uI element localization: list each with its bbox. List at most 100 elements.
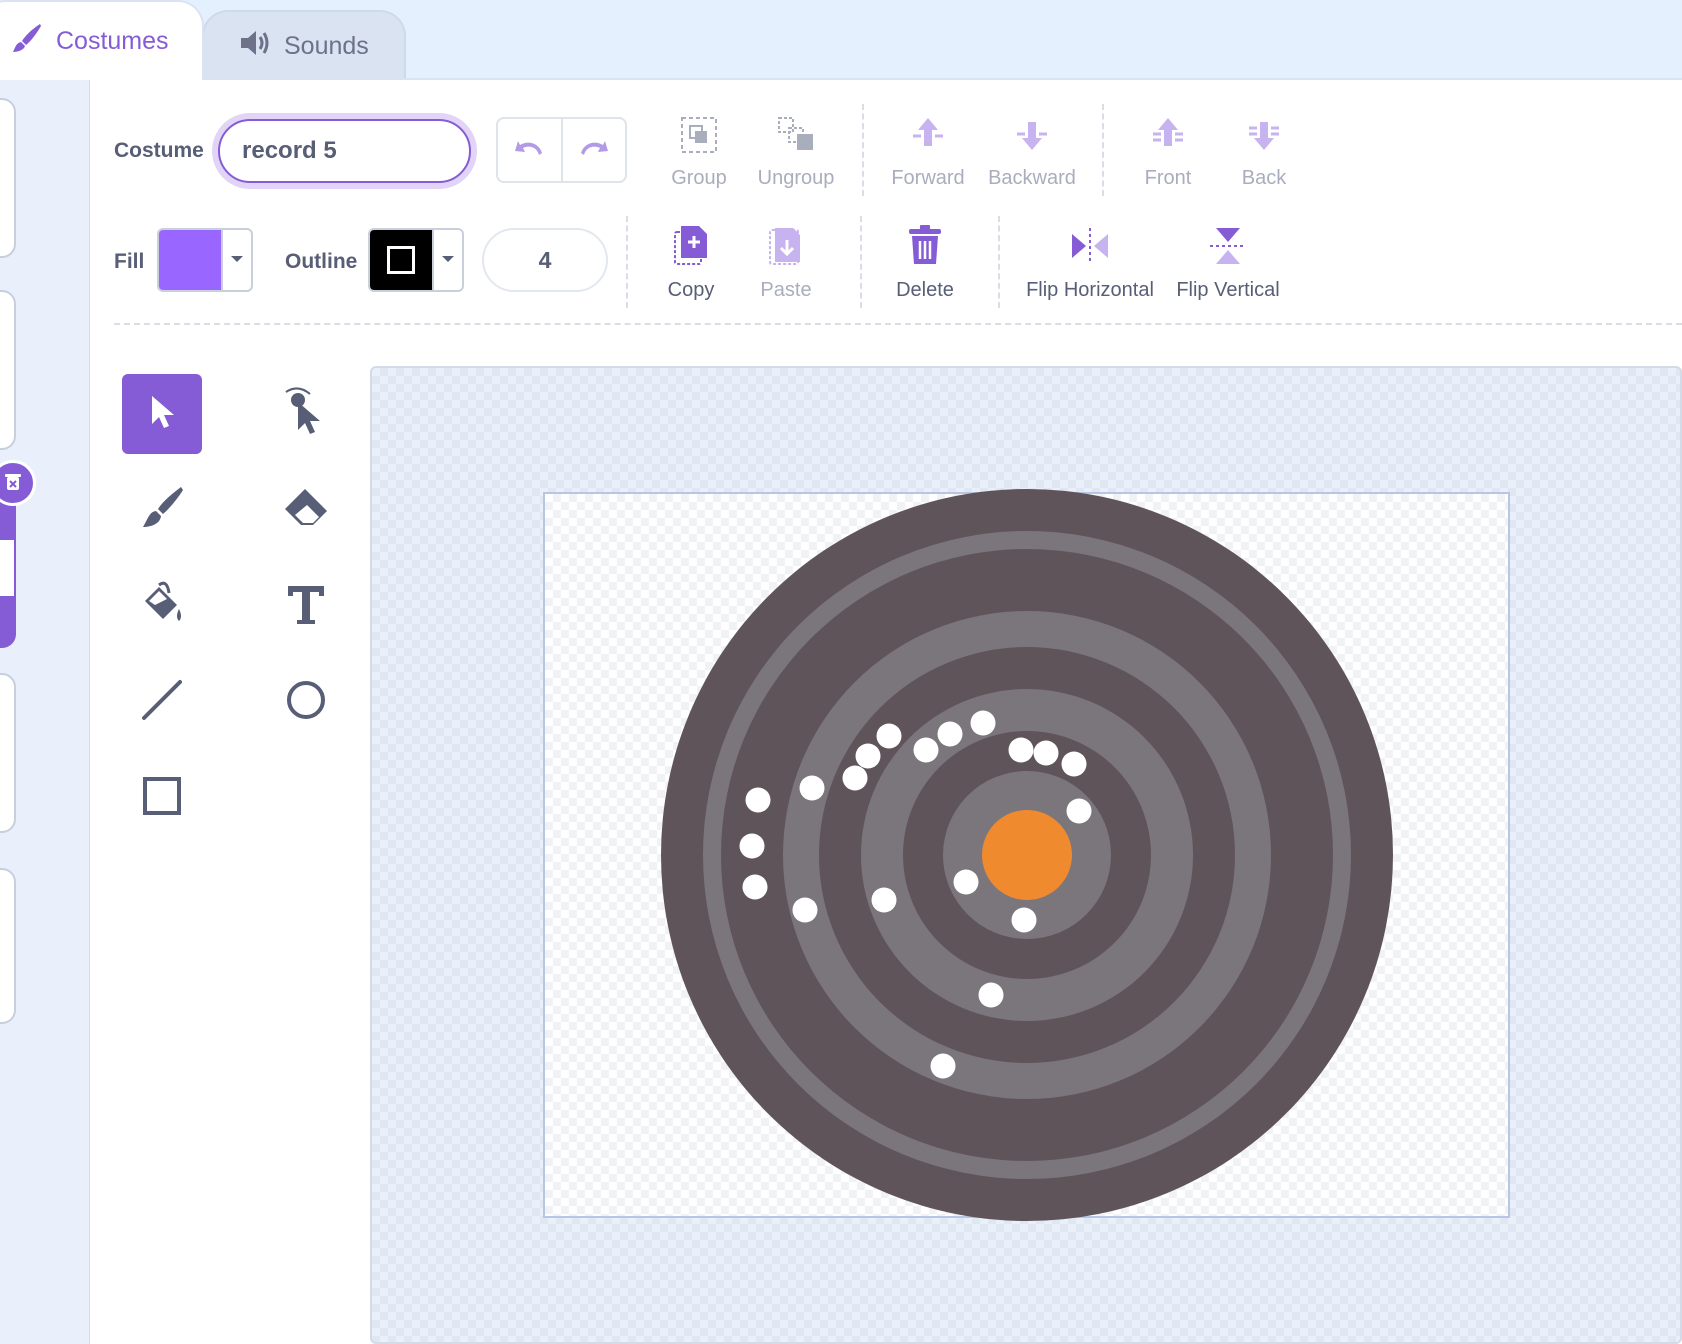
brush-icon bbox=[137, 483, 187, 538]
white-dot bbox=[842, 765, 868, 791]
outline-dropdown-caret[interactable] bbox=[432, 230, 462, 290]
white-dot bbox=[739, 833, 765, 859]
trash-icon bbox=[905, 224, 945, 273]
group-button[interactable]: Group bbox=[660, 114, 738, 190]
forward-button[interactable]: Forward bbox=[888, 114, 968, 190]
white-dot bbox=[855, 743, 881, 769]
ungroup-label: Ungroup bbox=[757, 167, 835, 189]
backward-button[interactable]: Backward bbox=[984, 114, 1080, 190]
arrow-cursor-icon bbox=[144, 392, 180, 437]
paintbrush-icon bbox=[10, 21, 44, 62]
white-dot bbox=[1033, 740, 1059, 766]
delete-label: Delete bbox=[896, 279, 954, 301]
select-tool[interactable] bbox=[122, 374, 202, 454]
fill-label: Fill bbox=[114, 250, 145, 273]
white-dot bbox=[871, 887, 897, 913]
outline-width-input[interactable] bbox=[482, 228, 608, 292]
back-label: Back bbox=[1241, 167, 1287, 189]
flip-vertical-button[interactable]: Flip Vertical bbox=[1172, 224, 1284, 302]
ungroup-icon bbox=[775, 114, 817, 161]
white-dot bbox=[913, 737, 939, 763]
delete-costume-button[interactable] bbox=[0, 460, 36, 506]
group-icon bbox=[678, 114, 720, 161]
rectangle-tool[interactable] bbox=[122, 758, 202, 838]
tab-costumes-label: Costumes bbox=[56, 26, 169, 55]
trash-icon bbox=[2, 470, 24, 497]
white-dot bbox=[970, 710, 996, 736]
rectangle-icon bbox=[140, 774, 184, 823]
white-dot bbox=[792, 897, 818, 923]
white-dot bbox=[978, 982, 1004, 1008]
toolbar-bottom-divider bbox=[114, 323, 1682, 325]
redo-icon bbox=[578, 137, 610, 164]
eraser-tool[interactable] bbox=[266, 470, 346, 550]
ungroup-button[interactable]: Ungroup bbox=[752, 114, 840, 190]
tab-costumes[interactable]: Costumes bbox=[0, 0, 204, 80]
white-dot bbox=[799, 775, 825, 801]
costume-thumbnail[interactable] bbox=[0, 673, 16, 833]
back-button[interactable]: Back bbox=[1224, 114, 1304, 190]
costume-thumbnail[interactable] bbox=[0, 868, 16, 1024]
white-dot bbox=[1008, 737, 1034, 763]
reshape-cursor-icon bbox=[282, 384, 330, 445]
white-dot bbox=[937, 721, 963, 747]
outline-label: Outline bbox=[285, 250, 358, 273]
text-tool[interactable] bbox=[266, 566, 346, 646]
tab-sounds[interactable]: Sounds bbox=[202, 10, 406, 80]
front-button[interactable]: Front bbox=[1128, 114, 1208, 190]
costume-name-input[interactable] bbox=[218, 119, 471, 183]
circle-icon bbox=[284, 678, 328, 727]
redo-button[interactable] bbox=[563, 119, 626, 181]
white-dot bbox=[742, 874, 768, 900]
front-arrow-icon bbox=[1147, 114, 1189, 161]
toolbar-divider bbox=[998, 216, 1000, 308]
fill-color-swatch bbox=[159, 230, 221, 290]
white-dot bbox=[876, 723, 902, 749]
outline-color-picker[interactable] bbox=[368, 228, 464, 292]
backward-arrow-icon bbox=[1011, 114, 1053, 161]
flip-horizontal-label: Flip Horizontal bbox=[1026, 279, 1154, 301]
flip-horizontal-icon bbox=[1068, 224, 1112, 273]
fill-tool[interactable] bbox=[122, 566, 202, 646]
copy-label: Copy bbox=[667, 279, 715, 301]
copy-icon bbox=[671, 224, 711, 273]
costume-list-strip bbox=[0, 78, 90, 1344]
flip-horizontal-button[interactable]: Flip Horizontal bbox=[1024, 224, 1156, 302]
copy-button[interactable]: Copy bbox=[652, 224, 730, 302]
forward-arrow-icon bbox=[907, 114, 949, 161]
circle-tool[interactable] bbox=[266, 662, 346, 742]
paste-button[interactable]: Paste bbox=[746, 224, 826, 302]
backward-label: Backward bbox=[988, 167, 1076, 189]
white-dot bbox=[1066, 798, 1092, 824]
fill-color-picker[interactable] bbox=[157, 228, 253, 292]
outline-color-swatch bbox=[370, 230, 432, 290]
record-center-label bbox=[982, 810, 1072, 900]
paste-icon bbox=[766, 224, 806, 273]
brush-tool[interactable] bbox=[122, 470, 202, 550]
caret-down-icon bbox=[441, 251, 455, 269]
costume-name-label: Costume bbox=[114, 139, 204, 162]
flip-vertical-label: Flip Vertical bbox=[1176, 279, 1280, 301]
paste-label: Paste bbox=[760, 279, 812, 301]
record-artwork[interactable] bbox=[543, 480, 1510, 1240]
costume-thumbnail[interactable] bbox=[0, 98, 16, 258]
front-label: Front bbox=[1144, 167, 1192, 189]
line-tool[interactable] bbox=[122, 662, 202, 742]
group-label: Group bbox=[671, 167, 727, 189]
reshape-tool[interactable] bbox=[266, 374, 346, 454]
toolbar-divider bbox=[862, 104, 864, 196]
undo-button[interactable] bbox=[498, 119, 563, 181]
text-t-icon bbox=[284, 582, 328, 631]
tab-sounds-label: Sounds bbox=[284, 31, 369, 60]
toolbar-divider bbox=[1102, 104, 1104, 196]
costume-thumbnail[interactable] bbox=[0, 290, 16, 450]
white-dot bbox=[1061, 751, 1087, 777]
speaker-icon bbox=[238, 28, 272, 65]
delete-button[interactable]: Delete bbox=[884, 224, 966, 302]
white-dot bbox=[930, 1053, 956, 1079]
forward-label: Forward bbox=[891, 167, 965, 189]
fill-dropdown-caret[interactable] bbox=[221, 230, 251, 290]
caret-down-icon bbox=[230, 251, 244, 269]
line-icon bbox=[140, 678, 184, 727]
back-arrow-icon bbox=[1243, 114, 1285, 161]
